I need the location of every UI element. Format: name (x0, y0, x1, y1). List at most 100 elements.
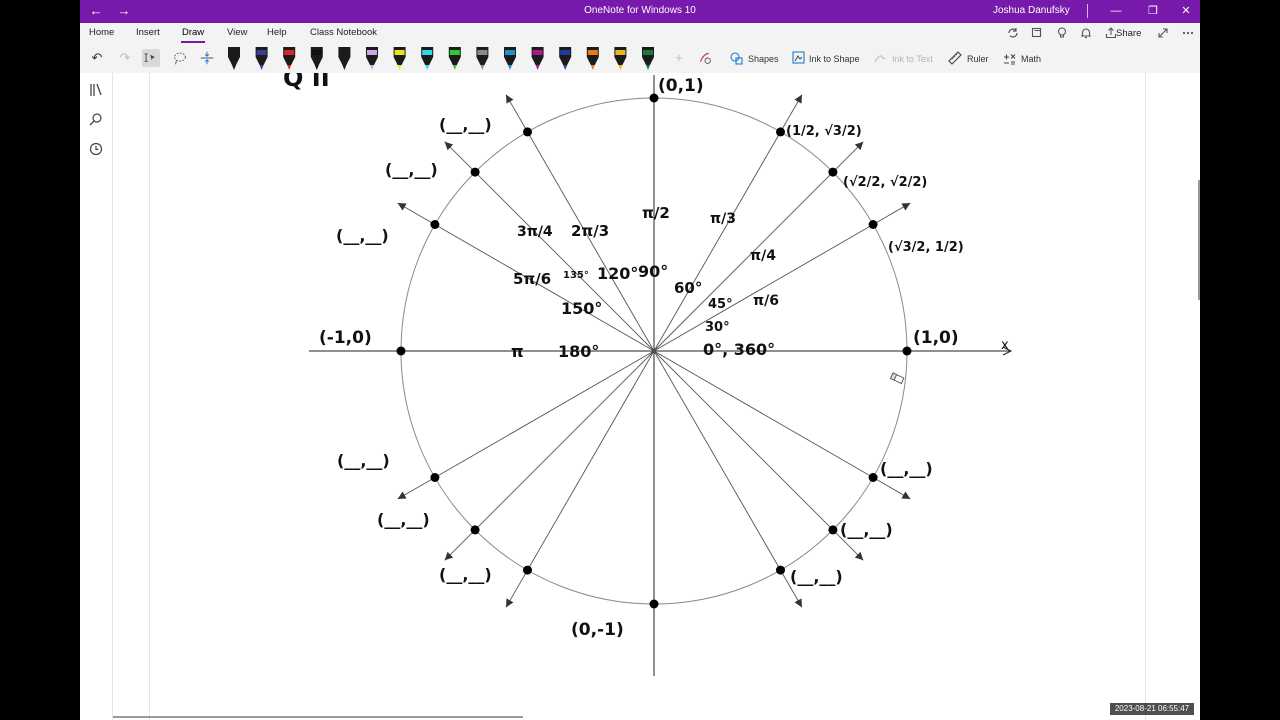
pen-2[interactable] (255, 47, 268, 70)
type-select-icon[interactable] (142, 49, 160, 67)
ruler-icon[interactable] (946, 49, 964, 67)
angle-label-45: 45° (708, 297, 733, 312)
recent-icon[interactable] (88, 141, 104, 157)
pen-13[interactable] (559, 47, 572, 70)
tab-view[interactable]: View (227, 27, 247, 38)
radian-label-90: π/2 (642, 204, 670, 222)
pen-4[interactable] (310, 47, 323, 70)
full-page-icon[interactable] (1030, 26, 1044, 40)
ink-to-shape-button[interactable]: Ink to Shape (809, 54, 860, 64)
pen-gallery (228, 47, 654, 70)
notebooks-icon[interactable] (88, 82, 104, 98)
pen-1[interactable] (228, 47, 240, 70)
pen-9[interactable] (448, 47, 461, 70)
circle-point-240 (523, 565, 532, 575)
radian-label-45: π/4 (750, 248, 776, 264)
minimize-icon[interactable]: — (1104, 2, 1128, 20)
ink-to-shape-icon[interactable] (790, 49, 808, 67)
point-label-120: (__,__) (439, 115, 492, 134)
angle-label-120: 120° (597, 264, 638, 283)
sync-icon[interactable] (1006, 26, 1020, 40)
tab-home[interactable]: Home (89, 27, 114, 38)
math-button[interactable]: Math (1021, 54, 1041, 64)
unit-circle-drawing[interactable]: Q II x (0,1) (0,-1) (-1,0) (1,0) (1/2, √… (113, 73, 1200, 720)
point-label-330: (__,__) (880, 459, 933, 478)
user-name[interactable]: Joshua Danufsky (993, 5, 1070, 16)
recording-timestamp: 2023-08-21 06:55:47 (1110, 703, 1194, 715)
add-pen-icon[interactable]: + (670, 49, 688, 67)
circle-point-150 (430, 220, 440, 229)
radian-label-30: π/6 (753, 293, 779, 309)
side-navigation (80, 73, 113, 720)
pen-14[interactable] (586, 47, 599, 70)
close-icon[interactable]: ✕ (1174, 2, 1198, 20)
title-separator (1087, 4, 1088, 18)
restore-icon[interactable]: ❐ (1141, 2, 1165, 20)
radian-label-135: 3π/4 (517, 224, 553, 240)
redo-icon[interactable]: ↷ (116, 49, 134, 67)
ink-replay-icon[interactable] (696, 49, 714, 67)
angle-label-180: 180° (558, 342, 599, 361)
ruler-button[interactable]: Ruler (967, 54, 989, 64)
tab-class-notebook[interactable]: Class Notebook (310, 27, 377, 38)
page-canvas[interactable]: Q II x (0,1) (0,-1) (-1,0) (1,0) (1/2, √… (113, 73, 1200, 720)
terminal-ray-arrow-150 (397, 202, 407, 211)
pen-16[interactable] (642, 47, 654, 70)
circle-point-180 (396, 346, 406, 356)
point-label-315: (__,__) (840, 520, 893, 539)
shapes-button[interactable]: Shapes (748, 54, 779, 64)
angle-label-0: 0°, 360° (703, 340, 775, 359)
pen-3[interactable] (283, 47, 296, 70)
add-space-icon[interactable] (198, 49, 216, 67)
pen-5[interactable] (338, 47, 351, 70)
lasso-select-icon[interactable] (171, 49, 189, 67)
terminal-ray-arrow-300 (794, 598, 803, 608)
tab-help[interactable]: Help (267, 27, 287, 38)
angle-label-150: 150° (561, 299, 602, 318)
point-label-45: (√2/2, √2/2) (843, 175, 927, 190)
circle-point-0 (902, 346, 912, 356)
ink-to-text-icon[interactable] (872, 49, 890, 67)
bell-icon[interactable] (1079, 26, 1093, 40)
circle-point-300 (776, 565, 785, 575)
point-label-225: (__,__) (377, 510, 430, 529)
point-label-60: (1/2, √3/2) (786, 124, 862, 139)
angle-label-135: 135° (563, 270, 589, 281)
point-label-150: (__,__) (336, 226, 389, 245)
radian-label-120: 2π/3 (571, 222, 609, 240)
circle-point-270 (649, 599, 659, 609)
share-button[interactable]: Share (1116, 28, 1141, 39)
pen-12[interactable] (531, 47, 544, 70)
undo-icon[interactable]: ↶ (88, 49, 106, 67)
pen-6[interactable] (366, 47, 378, 70)
tab-insert[interactable]: Insert (136, 27, 160, 38)
shapes-icon[interactable] (728, 49, 746, 67)
lightbulb-icon[interactable] (1055, 26, 1069, 40)
point-label-left: (-1,0) (319, 328, 372, 348)
pen-8[interactable] (421, 47, 434, 70)
point-label-top: (0,1) (658, 76, 704, 96)
circle-point-120 (523, 127, 532, 137)
horizontal-scrollbar[interactable] (113, 716, 523, 718)
tab-draw[interactable]: Draw (182, 27, 204, 38)
circle-point-210 (430, 473, 440, 482)
terminal-ray-arrow-30 (901, 202, 911, 211)
radian-label-150: 5π/6 (513, 270, 551, 288)
terminal-ray-arrow-210 (397, 491, 407, 500)
circle-point-135 (470, 167, 480, 177)
vertical-scrollbar[interactable] (1198, 180, 1200, 300)
circle-point-30 (868, 220, 878, 229)
search-icon[interactable] (88, 111, 104, 127)
pen-7[interactable] (393, 47, 406, 70)
terminal-ray-arrow-240 (505, 598, 514, 608)
pen-10[interactable] (476, 47, 489, 70)
terminal-ray-arrow-120 (505, 94, 514, 104)
ink-to-text-button[interactable]: Ink to Text (892, 54, 933, 64)
expand-icon[interactable] (1156, 26, 1170, 40)
math-icon[interactable] (1001, 49, 1019, 67)
point-label-bottom: (0,-1) (571, 620, 624, 640)
circle-point-45 (828, 167, 838, 177)
more-options-icon[interactable] (1181, 26, 1195, 40)
pen-15[interactable] (614, 47, 627, 70)
pen-11[interactable] (504, 47, 516, 70)
